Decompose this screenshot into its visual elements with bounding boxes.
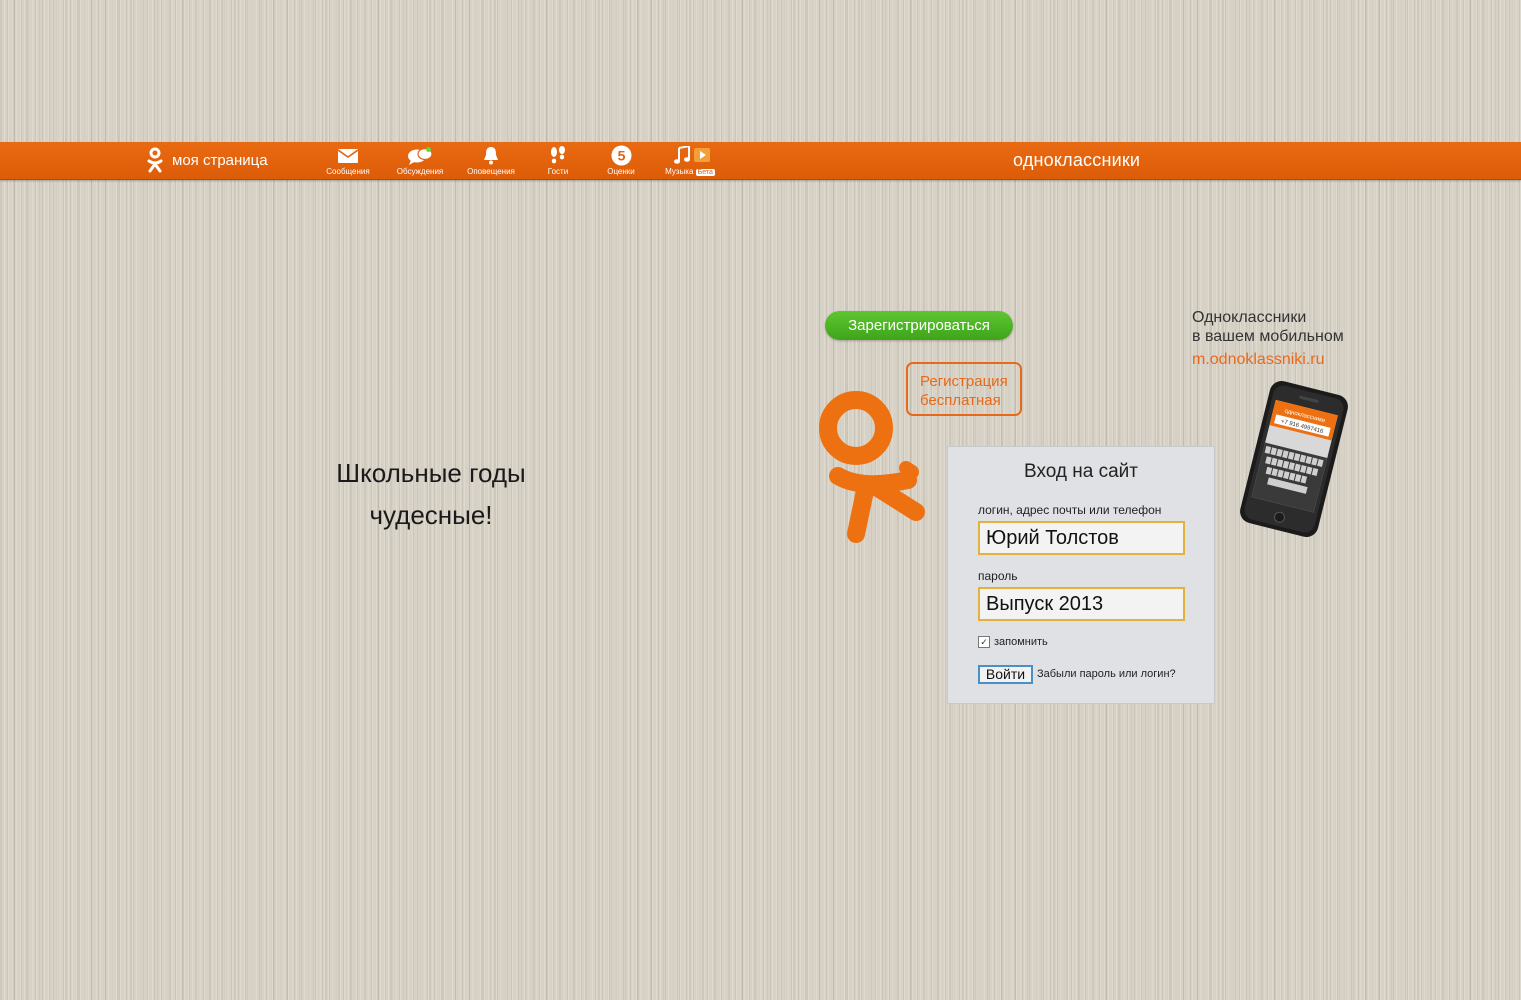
nav-music-label: Музыка Бета xyxy=(655,167,725,177)
nav-ratings[interactable]: 5 Оценки xyxy=(586,145,656,176)
ok-logo-icon xyxy=(819,391,925,543)
envelope-icon xyxy=(338,148,358,163)
mobile-promo: Одноклассники в вашем мобильном m.odnokl… xyxy=(1192,308,1344,369)
login-submit-button[interactable]: Войти xyxy=(978,665,1033,684)
nav-discussions[interactable]: Обсуждения xyxy=(385,145,455,176)
nav-messages[interactable]: Сообщения xyxy=(313,145,383,176)
bell-icon xyxy=(484,147,498,165)
forgot-password-link[interactable]: Забыли пароль или логин? xyxy=(1037,668,1176,680)
remember-label: запомнить xyxy=(994,636,1048,648)
mobile-promo-line-2: в вашем мобильном xyxy=(1192,328,1344,345)
music-note-icon xyxy=(674,145,710,164)
five-badge-icon: 5 xyxy=(611,145,631,166)
top-navigation-bar: моя страница Сообщения Обсуждения Оповещ… xyxy=(0,142,1521,180)
remember-me: ✓ запомнить xyxy=(978,636,1048,648)
nav-guests-label: Гости xyxy=(547,167,569,176)
nav-notifications[interactable]: Оповещения xyxy=(456,145,526,176)
remember-checkbox[interactable]: ✓ xyxy=(978,636,990,648)
nav-notifications-label: Оповещения xyxy=(467,167,515,176)
mobile-site-link[interactable]: m.odnoklassniki.ru xyxy=(1192,350,1344,369)
nav-messages-label: Сообщения xyxy=(326,167,370,176)
login-title: Вход на сайт xyxy=(1024,461,1138,482)
login-form: Вход на сайт логин, адрес почты или теле… xyxy=(947,446,1215,704)
svg-text:5: 5 xyxy=(617,148,625,164)
mobile-promo-line-1: Одноклассники xyxy=(1192,309,1307,326)
beta-badge: Бета xyxy=(695,169,715,176)
login-input[interactable]: Юрий Толстов xyxy=(978,521,1185,555)
my-page-link[interactable]: моя страница xyxy=(146,147,268,173)
nav-guests[interactable]: Гости xyxy=(523,145,593,176)
my-page-label: моя страница xyxy=(172,151,268,169)
bubble-line-2: бесплатная xyxy=(920,392,1001,409)
nav-ratings-label: Оценки xyxy=(607,167,635,176)
nav-discussions-label: Обсуждения xyxy=(396,167,444,176)
slogan-line-1: Школьные годы xyxy=(336,458,526,488)
password-field-label: пароль xyxy=(978,569,1018,583)
bubble-line-1: Регистрация xyxy=(920,373,1008,390)
slogan: Школьные годы чудесные! xyxy=(300,452,562,536)
password-input[interactable]: Выпуск 2013 xyxy=(978,587,1185,621)
register-button[interactable]: Зарегистрироваться xyxy=(825,311,1013,340)
brand-title[interactable]: одноклассники xyxy=(1013,150,1140,171)
nav-music[interactable]: Музыка Бета xyxy=(655,145,725,177)
login-field-label: логин, адрес почты или телефон xyxy=(978,503,1162,517)
notification-dot xyxy=(426,147,431,152)
slogan-line-2: чудесные! xyxy=(369,500,493,530)
footprints-icon xyxy=(551,145,565,163)
nav-music-text: Музыка xyxy=(665,167,694,176)
mobile-phone-image: одноклассники +7 916 4997416 xyxy=(1240,381,1348,537)
ok-person-icon xyxy=(147,147,163,173)
